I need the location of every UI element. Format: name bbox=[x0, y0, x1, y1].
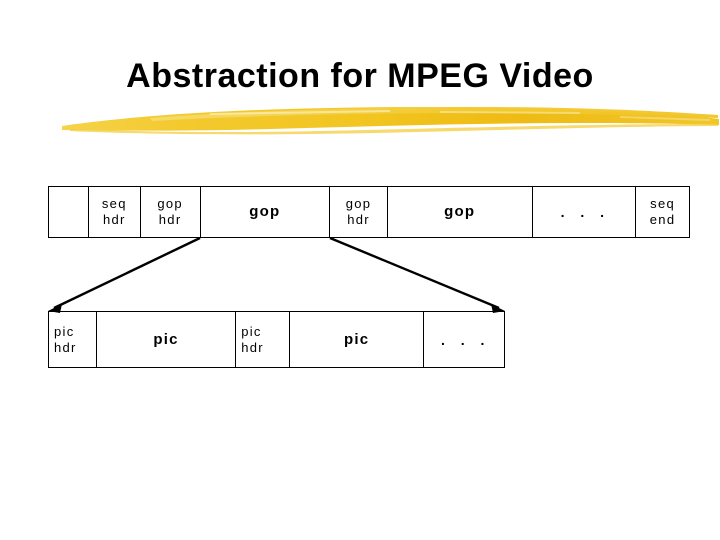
cell-pic-1-label: pic bbox=[153, 330, 179, 348]
cell-seq-end: seq end bbox=[636, 187, 689, 237]
cell-seq-hdr-line1: seq bbox=[101, 196, 127, 211]
cell-pic-hdr-1: pic hdr bbox=[49, 312, 97, 367]
cell-pic-hdr-2-line2: hdr bbox=[241, 339, 264, 355]
cell-gop-1: gop bbox=[201, 187, 331, 237]
cell-gop-hdr-1-line2: hdr bbox=[158, 212, 182, 227]
expansion-arrows bbox=[48, 236, 505, 313]
seq-ellipsis-label: . . . bbox=[560, 204, 611, 220]
cell-seq-end-line1: seq bbox=[650, 196, 676, 211]
gop-expand-right-arrow bbox=[329, 236, 505, 313]
slide-canvas: Abstraction for MPEG Video seq hdr gop h… bbox=[0, 0, 720, 540]
sequence-layer-row: seq hdr gop hdr gop gop hdr gop . . . se… bbox=[48, 186, 690, 238]
cell-gop-2-label: gop bbox=[444, 203, 476, 220]
cell-pic-2: pic bbox=[290, 312, 425, 367]
cell-gop-ellipsis: . . . bbox=[424, 312, 504, 367]
cell-pic-hdr-2: pic hdr bbox=[236, 312, 290, 367]
cell-pic-2-label: pic bbox=[344, 330, 370, 348]
gop-expand-left-arrow bbox=[48, 236, 201, 313]
cell-seq-end-line2: end bbox=[649, 212, 676, 227]
cell-gop-hdr-1-line1: gop bbox=[157, 196, 183, 211]
cell-seq-lead bbox=[49, 187, 89, 237]
cell-seq-ellipsis: . . . bbox=[533, 187, 637, 237]
cell-pic-hdr-1-line1: pic bbox=[54, 323, 75, 339]
cell-seq-hdr-line2: hdr bbox=[102, 212, 126, 227]
cell-pic-1: pic bbox=[97, 312, 237, 367]
cell-seq-hdr: seq hdr bbox=[89, 187, 141, 237]
cell-gop-1-label: gop bbox=[249, 203, 281, 220]
mpeg-structure-diagram: seq hdr gop hdr gop gop hdr gop . . . se… bbox=[0, 0, 720, 540]
cell-gop-hdr-2: gop hdr bbox=[330, 187, 388, 237]
cell-gop-hdr-2-line2: hdr bbox=[347, 212, 370, 227]
cell-pic-hdr-1-line2: hdr bbox=[54, 339, 77, 355]
cell-gop-hdr-1: gop hdr bbox=[141, 187, 201, 237]
cell-gop-2: gop bbox=[388, 187, 533, 237]
gop-layer-row: pic hdr pic pic hdr pic . . . bbox=[48, 311, 505, 368]
gop-ellipsis-label: . . . bbox=[440, 331, 491, 348]
cell-gop-hdr-2-line1: gop bbox=[345, 196, 372, 211]
cell-pic-hdr-2-line1: pic bbox=[241, 323, 262, 339]
